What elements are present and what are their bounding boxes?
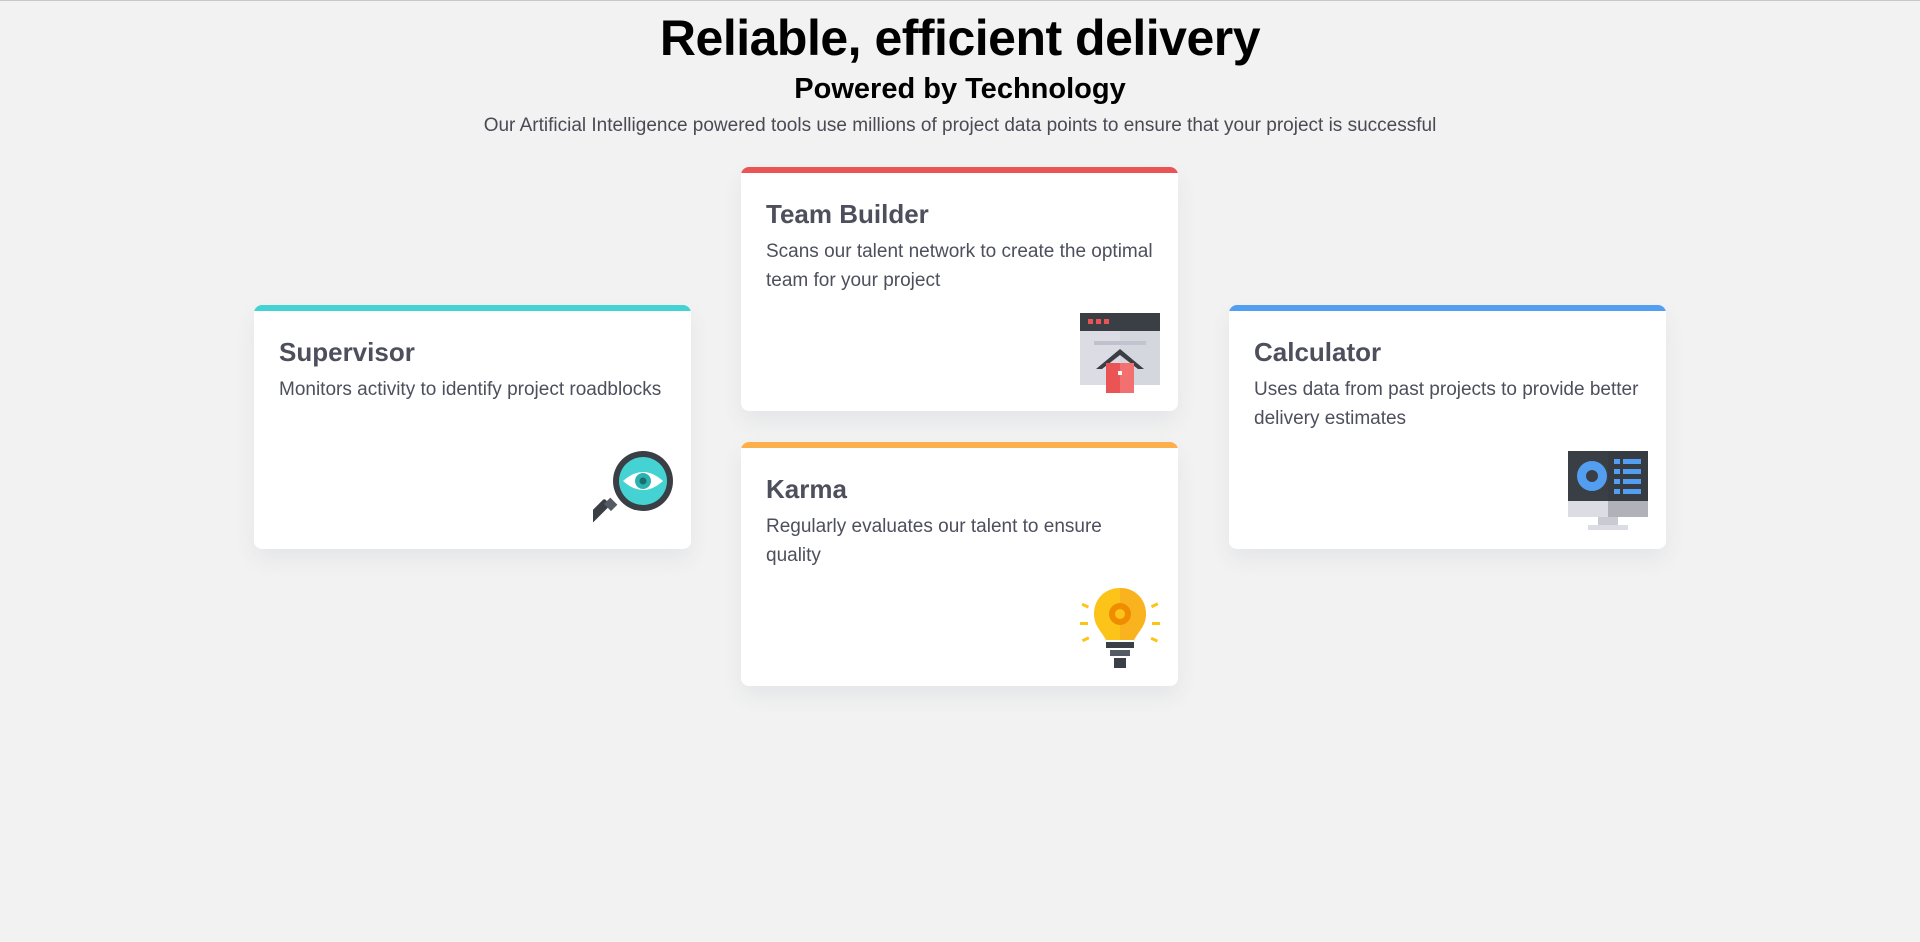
page-title: Reliable, efficient delivery <box>659 10 1261 66</box>
card-calculator: Calculator Uses data from past projects … <box>1229 305 1666 549</box>
card-accent-bar <box>254 305 691 311</box>
card-accent-bar <box>741 167 1178 173</box>
card-karma: Karma Regularly evaluates our talent to … <box>741 442 1178 686</box>
card-team-builder: Team Builder Scans our talent network to… <box>741 167 1178 411</box>
monitor-chart-icon <box>1568 451 1648 530</box>
card-title: Supervisor <box>279 337 415 367</box>
card-title: Calculator <box>1254 337 1382 367</box>
top-border-line <box>0 0 1920 1</box>
card-accent-bar <box>741 442 1178 448</box>
lightbulb-gear-icon <box>1080 588 1160 668</box>
card-title: Karma <box>766 474 847 504</box>
card-description: Uses data from past projects to provide … <box>1254 379 1639 429</box>
magnifying-glass-eye-icon <box>593 451 673 526</box>
page-description: Our Artificial Intelligence powered tool… <box>483 115 1437 136</box>
card-supervisor: Supervisor Monitors activity to identify… <box>254 305 691 549</box>
card-description: Regularly evaluates our talent to ensure… <box>766 516 1102 566</box>
page-subtitle: Powered by Technology <box>794 73 1126 105</box>
card-title: Team Builder <box>766 199 929 229</box>
card-accent-bar <box>1229 305 1666 311</box>
card-description: Scans our talent network to create the o… <box>766 241 1153 291</box>
card-description: Monitors activity to identify project ro… <box>279 379 662 400</box>
browser-home-icon <box>1080 313 1160 393</box>
